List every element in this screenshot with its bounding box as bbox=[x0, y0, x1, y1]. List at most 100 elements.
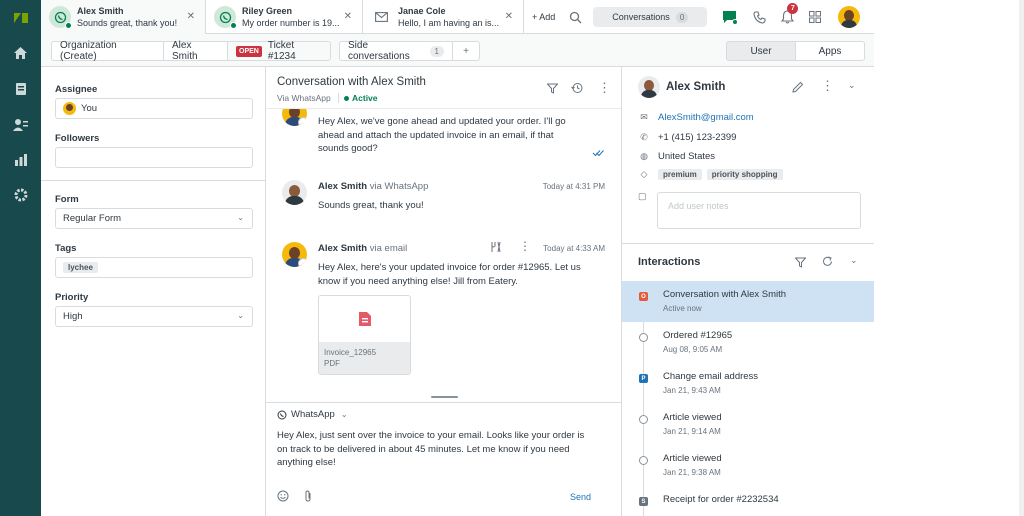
history-icon[interactable] bbox=[571, 82, 583, 94]
assignee-field[interactable]: You bbox=[55, 98, 253, 119]
phone-icon: ✆ bbox=[640, 132, 648, 142]
followers-field[interactable] bbox=[55, 147, 253, 168]
user-country: United States bbox=[658, 151, 716, 162]
email-icon bbox=[375, 12, 388, 22]
user-country-row: ◍ United States bbox=[638, 151, 715, 162]
interaction-item[interactable]: O Conversation with Alex Smith Active no… bbox=[622, 281, 875, 322]
composer-textarea[interactable]: Hey Alex, just sent over the invoice to … bbox=[277, 429, 607, 470]
agent-avatar[interactable] bbox=[829, 0, 869, 34]
ticket-status-badge: OPEN bbox=[236, 45, 262, 57]
close-tab-icon[interactable]: ✕ bbox=[187, 11, 195, 22]
attachment-type: PDF bbox=[324, 359, 340, 368]
conversation-marker-icon: O bbox=[639, 292, 648, 301]
tab-name: Janae Cole bbox=[398, 6, 446, 16]
tab-preview: Sounds great, thank you! bbox=[77, 18, 178, 28]
breadcrumb-ticket[interactable]: OPEN Ticket #1234 bbox=[227, 40, 331, 62]
filter-icon[interactable] bbox=[795, 257, 806, 268]
note-icon: ▢ bbox=[638, 191, 647, 201]
tab-apps[interactable]: Apps bbox=[795, 41, 865, 61]
priority-value: High bbox=[63, 311, 83, 322]
assignee-label: Assignee bbox=[55, 84, 98, 95]
phone-icon[interactable] bbox=[745, 0, 773, 34]
tab-janae-cole[interactable]: Janae Cole Hello, I am having an is... ✕ bbox=[363, 0, 524, 34]
search-icon[interactable] bbox=[563, 0, 587, 34]
invoice-attachment[interactable]: Invoice_12965 PDF bbox=[318, 295, 411, 375]
reporting-icon[interactable] bbox=[12, 151, 29, 168]
side-conversations-button[interactable]: Side conversations 1 bbox=[339, 40, 453, 62]
breadcrumb-user[interactable]: Alex Smith bbox=[163, 40, 228, 62]
tab-riley-green[interactable]: Riley Green My order number is 19... ✕ bbox=[206, 0, 363, 34]
channel-selector[interactable]: WhatsApp ⌄ bbox=[277, 409, 348, 420]
refresh-icon[interactable] bbox=[822, 256, 833, 267]
divider bbox=[622, 243, 875, 244]
emoji-icon[interactable] bbox=[277, 490, 289, 502]
chevron-down-icon[interactable]: ⌄ bbox=[848, 80, 856, 91]
user-tag[interactable]: premium bbox=[658, 169, 702, 180]
form-select[interactable]: Regular Form ⌄ bbox=[55, 208, 253, 229]
apps-grid-icon[interactable] bbox=[801, 0, 829, 34]
close-tab-icon[interactable]: ✕ bbox=[505, 11, 513, 22]
close-tab-icon[interactable]: ✕ bbox=[344, 11, 352, 22]
resize-handle[interactable] bbox=[431, 396, 458, 398]
interaction-item[interactable]: S Receipt for order #2232534 bbox=[622, 486, 875, 516]
home-icon[interactable] bbox=[12, 44, 29, 61]
tag-chip[interactable]: lychee bbox=[63, 262, 98, 273]
filter-icon[interactable] bbox=[547, 83, 558, 94]
tab-alex-smith[interactable]: Alex Smith Sounds great, thank you! ✕ bbox=[41, 0, 206, 34]
message-timestamp: Today at 4:33 AM bbox=[543, 244, 605, 253]
zendesk-logo-icon[interactable] bbox=[12, 9, 29, 26]
interaction-item[interactable]: Ordered #12965 Aug 08, 9:05 AM bbox=[622, 322, 875, 363]
globe-icon: ◍ bbox=[640, 151, 648, 161]
side-conversations-label: Side conversations bbox=[348, 40, 410, 62]
interaction-item[interactable]: Article viewed Jan 21, 9:38 AM bbox=[622, 445, 875, 486]
attachment-paperclip-icon[interactable] bbox=[303, 490, 313, 502]
whatsapp-icon bbox=[277, 410, 287, 419]
pdf-file-icon bbox=[358, 312, 371, 326]
add-side-conversation-button[interactable]: + bbox=[452, 41, 480, 61]
tags-field[interactable]: lychee bbox=[55, 257, 253, 278]
divider bbox=[338, 93, 339, 103]
user-phone-row: ✆ +1 (415) 123-2399 bbox=[638, 132, 736, 143]
whatsapp-avatar bbox=[214, 6, 237, 29]
message-timestamp: Today at 4:31 PM bbox=[542, 182, 605, 191]
priority-label: Priority bbox=[55, 292, 89, 303]
assignee-value: You bbox=[81, 103, 98, 114]
window-scrollbar[interactable] bbox=[1019, 0, 1024, 516]
breadcrumb-organization[interactable]: Organization (Create) bbox=[51, 40, 164, 62]
customers-icon[interactable] bbox=[12, 116, 29, 133]
channel-label: WhatsApp bbox=[291, 409, 335, 420]
send-button[interactable]: Send bbox=[570, 492, 591, 502]
edit-pencil-icon[interactable] bbox=[792, 81, 804, 93]
more-options-icon[interactable]: ⋮ bbox=[598, 80, 611, 96]
form-label: Form bbox=[55, 194, 79, 205]
more-options-icon[interactable]: ⋮ bbox=[821, 78, 834, 94]
tickets-icon[interactable] bbox=[12, 80, 29, 97]
whatsapp-icon bbox=[219, 11, 231, 23]
user-email[interactable]: AlexSmith@gmail.com bbox=[658, 112, 754, 123]
translate-icon[interactable] bbox=[490, 241, 502, 253]
add-tab-button[interactable]: + Add bbox=[524, 0, 563, 33]
interaction-item[interactable]: Article viewed Jan 21, 9:14 AM bbox=[622, 404, 875, 445]
chevron-down-icon[interactable]: ⌄ bbox=[850, 255, 858, 266]
tag-icon: ◇ bbox=[640, 169, 648, 179]
interaction-item[interactable]: P Change email address Jan 21, 9:43 AM bbox=[622, 363, 875, 404]
message-text: Hey Alex, here's your updated invoice fo… bbox=[318, 262, 581, 287]
message-text: Sounds great, thank you! bbox=[318, 200, 424, 211]
notifications-bell-icon[interactable]: 7 bbox=[773, 0, 801, 34]
tab-preview: My order number is 19... bbox=[242, 18, 340, 28]
online-indicator bbox=[65, 22, 72, 29]
settings-gear-icon[interactable] bbox=[12, 186, 29, 203]
chat-status-icon[interactable] bbox=[715, 0, 745, 34]
tab-user[interactable]: User bbox=[726, 41, 796, 61]
message-sender: Alex Smith via WhatsApp bbox=[318, 181, 429, 192]
chevron-down-icon: ⌄ bbox=[237, 213, 244, 222]
more-options-icon[interactable]: ⋮ bbox=[519, 239, 531, 253]
user-tag[interactable]: priority shopping bbox=[706, 169, 783, 180]
followers-label: Followers bbox=[55, 133, 100, 144]
user-notes-input[interactable]: Add user notes bbox=[657, 192, 861, 229]
conversation-title: Conversation with Alex Smith bbox=[277, 76, 426, 88]
priority-select[interactable]: High ⌄ bbox=[55, 306, 253, 327]
attachment-name: Invoice_12965 bbox=[324, 348, 377, 357]
conversations-button[interactable]: Conversations 0 bbox=[593, 7, 708, 27]
timeline-node-icon bbox=[639, 333, 648, 342]
